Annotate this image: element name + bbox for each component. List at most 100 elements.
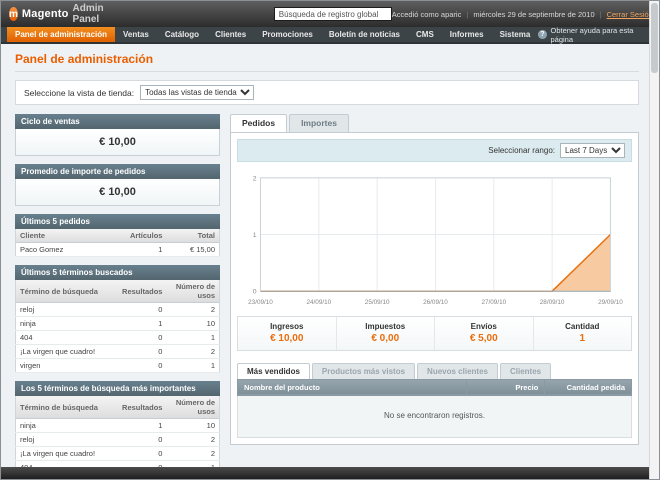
column-header: Término de búsqueda	[15, 280, 114, 303]
table-row: 404 0 1	[15, 330, 220, 345]
column-header: Cantidad pedida	[544, 378, 632, 396]
scrollbar-thumb[interactable]	[651, 3, 658, 73]
average-orders-title: Promedio de importe de pedidos	[15, 164, 220, 179]
tab-most-viewed[interactable]: Productos más vistos	[311, 362, 416, 379]
lifetime-sales-value: € 10,00	[15, 129, 220, 156]
logo-text: Magento	[21, 8, 69, 20]
top-search-terms-title: Los 5 términos de búsqueda más important…	[15, 381, 220, 396]
top-search-terms-box: Los 5 términos de búsqueda más important…	[15, 381, 220, 469]
column-header: Nombre del producto	[237, 378, 467, 396]
range-label: Seleccionar rango:	[488, 146, 555, 155]
nav-item-reports[interactable]: Informes	[442, 27, 492, 42]
grid-empty-message: No se encontraron registros.	[237, 395, 632, 438]
nav-item-promotions[interactable]: Promociones	[254, 27, 321, 42]
stat-tax: Impuestos € 0,00	[337, 316, 435, 350]
orders-chart-svg: 0 1 2 23/09/10 24/09/10 25/09/10 26/09/10 27/09…	[248, 175, 623, 306]
table-row: ninja 1 10	[15, 418, 220, 433]
svg-text:2: 2	[253, 175, 257, 182]
stat-revenue: Ingresos € 10,00	[238, 316, 337, 350]
svg-text:26/09/10: 26/09/10	[423, 299, 448, 306]
dashboard-left-column: Ciclo de ventas € 10,00 Promedio de impo…	[15, 114, 220, 469]
page-title: Panel de administración	[15, 52, 154, 66]
top-header: m Magento Admin Panel Accedió como apari…	[1, 1, 659, 27]
nav-item-customers[interactable]: Clientes	[207, 27, 254, 42]
separator: |	[599, 9, 602, 19]
range-select[interactable]: Last 7 Days	[560, 143, 625, 158]
magento-logo[interactable]: m Magento Admin Panel	[9, 3, 109, 25]
title-divider	[15, 71, 639, 72]
column-header: Precio	[465, 378, 546, 396]
tab-orders[interactable]: Pedidos	[230, 114, 288, 132]
average-orders-box: Promedio de importe de pedidos € 10,00	[15, 164, 220, 206]
column-header: Término de búsqueda	[15, 396, 114, 419]
logout-link[interactable]: Cerrar Sesión	[607, 10, 653, 19]
diagram-tabs: Pedidos Importes	[230, 114, 639, 132]
diagram-panel: Seleccionar rango: Last 7 Days 0 1 2 23/09/…	[230, 132, 639, 445]
footer-bar	[1, 467, 649, 479]
column-header: Cliente	[15, 229, 114, 243]
column-header: Total	[166, 229, 220, 243]
tab-new-customers[interactable]: Nuevos clientes	[417, 362, 498, 379]
last-search-terms-table: Término de búsqueda Resultados Número de u…	[15, 280, 220, 373]
svg-text:27/09/10: 27/09/10	[481, 299, 506, 306]
store-view-switcher: Seleccione la vista de tienda: Todas las…	[15, 80, 639, 105]
scrollbar[interactable]	[649, 1, 659, 479]
nav-item-catalog[interactable]: Catálogo	[157, 27, 207, 42]
nav-item-dashboard[interactable]: Panel de administración	[7, 27, 116, 42]
nav-item-cms[interactable]: CMS	[408, 27, 442, 42]
nav-item-system[interactable]: Sistema	[492, 27, 539, 42]
svg-text:24/09/10: 24/09/10	[306, 299, 331, 306]
column-header: Resultados	[113, 280, 167, 303]
top-search-terms-table: Término de búsqueda Resultados Número de u…	[15, 396, 220, 469]
products-grid: Nombre del producto Precio Cantidad pedida	[237, 378, 632, 396]
range-bar: Seleccionar rango: Last 7 Days	[237, 139, 632, 162]
table-row: Paco Gomez 1 € 15,00	[15, 242, 220, 257]
dashboard-main-column: Pedidos Importes Seleccionar rango: Last…	[230, 114, 639, 469]
global-search-input[interactable]	[273, 7, 392, 21]
svg-text:25/09/10: 25/09/10	[365, 299, 390, 306]
logged-in-as: Accedió como aparic	[391, 9, 462, 19]
logo-subtext: Admin Panel	[72, 3, 104, 25]
totals-row: Ingresos € 10,00 Impuestos € 0,00 Envíos…	[237, 315, 632, 351]
nav-item-newsletter[interactable]: Boletín de noticias	[321, 27, 408, 42]
last-orders-box: Últimos 5 pedidos Cliente Artículos Total …	[15, 214, 220, 257]
main-nav: Panel de administración Ventas Catálogo …	[1, 25, 659, 44]
grid-tabs: Más vendidos Productos más vistos Nuevos…	[237, 362, 632, 379]
tab-amounts[interactable]: Importes	[289, 114, 349, 132]
svg-text:28/09/10: 28/09/10	[540, 299, 565, 306]
svg-text:0: 0	[253, 289, 257, 296]
stat-shipping: Envíos € 5,00	[435, 316, 534, 350]
column-header: Resultados	[113, 396, 167, 419]
help-label: Obtener ayuda para esta página	[550, 25, 634, 44]
store-view-select[interactable]: Todas las vistas de tienda	[140, 85, 255, 100]
table-row: ¡La virgen que cuadro! 0 2	[15, 344, 220, 359]
svg-text:29/09/10: 29/09/10	[598, 299, 623, 306]
table-row: ¡La virgen que cuadro! 0 2	[15, 446, 220, 461]
separator: |	[466, 9, 469, 19]
column-header: Artículos	[113, 229, 167, 243]
current-date: miércoles 29 de septiembre de 2010	[473, 9, 595, 19]
table-row: reloj 0 2	[15, 432, 220, 447]
table-row: ninja 1 10	[15, 316, 220, 331]
average-orders-value: € 10,00	[15, 179, 220, 206]
magento-admin-window: m Magento Admin Panel Accedió como apari…	[0, 0, 660, 480]
svg-text:23/09/10: 23/09/10	[248, 299, 273, 306]
stat-quantity: Cantidad 1	[565, 321, 600, 344]
page-help-link[interactable]: ? Obtener ayuda para esta página	[538, 25, 659, 44]
lifetime-sales-box: Ciclo de ventas € 10,00	[15, 114, 220, 156]
table-row: virgen 0 1	[15, 358, 220, 373]
nav-item-sales[interactable]: Ventas	[115, 27, 157, 42]
tab-bestsellers[interactable]: Más vendidos	[237, 362, 310, 379]
tab-customers[interactable]: Clientes	[499, 362, 552, 379]
svg-text:1: 1	[253, 232, 257, 239]
magento-logo-icon: m	[9, 7, 18, 21]
last-search-terms-title: Últimos 5 términos buscados	[15, 265, 220, 280]
column-header: Número de usos	[166, 396, 220, 419]
last-orders-title: Últimos 5 pedidos	[15, 214, 220, 229]
lifetime-sales-title: Ciclo de ventas	[15, 114, 220, 129]
store-view-label: Seleccione la vista de tienda:	[24, 87, 135, 98]
column-header: Número de usos	[166, 280, 220, 303]
user-area: Accedió como aparic | miércoles 29 de se…	[392, 10, 653, 19]
orders-chart: 0 1 2 23/09/10 24/09/10 25/09/10 26/09/10 27/09…	[237, 168, 632, 312]
page-body: Panel de administración Seleccione la vi…	[1, 44, 659, 469]
